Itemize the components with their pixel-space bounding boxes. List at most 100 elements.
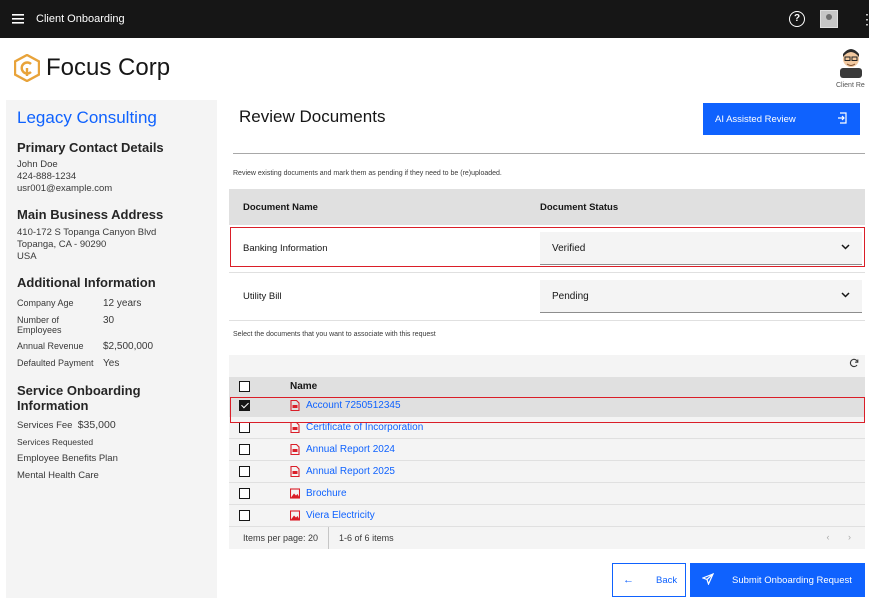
file-checkbox[interactable] <box>239 444 250 455</box>
items-per-page[interactable]: Items per page: 20 <box>229 527 330 549</box>
file-row[interactable]: Brochure <box>229 483 865 505</box>
info-value: $2,500,000 <box>103 341 154 352</box>
ai-assisted-review-button[interactable]: AI Assisted Review <box>703 103 860 135</box>
address-line-3: USA <box>17 251 37 262</box>
arrow-left-icon: ← <box>623 574 634 586</box>
hamburger-menu-icon[interactable] <box>0 0 36 38</box>
focus-corp-logo-icon <box>14 54 40 82</box>
item-range: 1-6 of 6 items <box>339 533 394 543</box>
ai-button-label: AI Assisted Review <box>715 113 796 125</box>
file-row[interactable]: Certificate of Incorporation <box>229 417 865 439</box>
select-all-checkbox[interactable] <box>239 380 250 392</box>
files-table: Name Account 7250512345 Certificate of In… <box>229 355 865 549</box>
document-status-dropdown[interactable]: Verified <box>540 232 862 265</box>
pagination: Items per page: 20 1-6 of 6 items ‹ › <box>229 527 865 549</box>
info-label: Company Age <box>17 298 74 308</box>
additional-info-heading: Additional Information <box>17 275 156 290</box>
file-name-link[interactable]: Certificate of Incorporation <box>306 422 423 433</box>
column-name: Name <box>290 380 318 392</box>
file-checkbox[interactable] <box>239 400 250 411</box>
info-row: Annual Revenue $2,500,000 <box>17 341 206 352</box>
chevron-down-icon <box>841 242 850 253</box>
file-name-link[interactable]: Annual Report 2024 <box>306 444 395 455</box>
avatar-label: Client Re <box>836 82 865 89</box>
file-row[interactable]: Account 7250512345 <box>229 395 865 417</box>
brand-name: Focus Corp <box>46 54 171 81</box>
address-line-2: Topanga, CA - 90290 <box>17 239 107 250</box>
files-table-toolbar <box>229 355 865 377</box>
client-info-sidebar: Legacy Consulting Primary Contact Detail… <box>6 100 217 598</box>
services-fee: Services Fee $35,000 <box>17 419 206 431</box>
company-name[interactable]: Legacy Consulting <box>17 108 206 128</box>
services-requested-label: Services Requested <box>17 437 94 447</box>
chevron-down-icon <box>841 290 850 301</box>
column-document-name: Document Name <box>243 201 318 213</box>
file-name-link[interactable]: Brochure <box>306 488 347 499</box>
services-fee-value: $35,000 <box>77 419 116 431</box>
info-label: Number of Employees <box>17 315 62 335</box>
files-table-header: Name <box>229 377 865 395</box>
file-checkbox[interactable] <box>239 422 250 433</box>
address-heading: Main Business Address <box>17 207 164 222</box>
address-line-1: 410-172 S Topanga Canyon Blvd <box>17 227 157 238</box>
file-row[interactable]: Viera Electricity <box>229 505 865 527</box>
app-title: Client Onboarding <box>36 13 125 25</box>
info-value: 12 years <box>103 298 142 309</box>
info-value: Yes <box>103 358 120 369</box>
contact-name: John Doe <box>17 159 58 170</box>
primary-contact-heading: Primary Contact Details <box>17 140 164 155</box>
contact-email: usr001@example.com <box>17 183 113 194</box>
document-row: Utility Bill Pending <box>229 273 865 321</box>
info-row: Defaulted Payment Yes <box>17 358 206 369</box>
refresh-icon[interactable] <box>849 358 859 371</box>
file-name-link[interactable]: Account 7250512345 <box>306 400 401 411</box>
submit-button-label: Submit Onboarding Request <box>732 574 852 586</box>
user-profile-icon[interactable] <box>820 10 838 28</box>
submit-onboarding-button[interactable]: Submit Onboarding Request <box>690 563 865 597</box>
send-icon <box>701 572 715 588</box>
pdf-file-icon <box>290 443 300 456</box>
file-rows: Account 7250512345 Certificate of Incorpo… <box>229 395 865 527</box>
client-avatar-icon[interactable] <box>838 46 864 78</box>
page-title: Review Documents <box>239 107 386 126</box>
brand-bar: Focus Corp Client Re <box>0 38 869 100</box>
document-status-dropdown[interactable]: Pending <box>540 280 862 313</box>
info-value: 30 <box>103 315 115 326</box>
service-item: Mental Health Care <box>17 470 99 481</box>
select-instructions: Select the documents that you want to as… <box>233 331 436 338</box>
top-header-bar: Client Onboarding ? ⋮ <box>0 0 869 38</box>
info-row: Number of Employees 30 <box>17 315 206 335</box>
image-file-icon <box>289 488 301 499</box>
help-icon[interactable]: ? <box>789 11 805 27</box>
contact-phone: 424-888-1234 <box>17 171 77 182</box>
file-name-link[interactable]: Viera Electricity <box>306 510 375 521</box>
review-instructions: Review existing documents and mark them … <box>233 170 502 177</box>
pdf-file-icon <box>290 465 300 478</box>
back-button-label: Back <box>656 574 678 586</box>
documents-table: Document Name Document Status Banking In… <box>229 189 865 321</box>
file-row[interactable]: Annual Report 2025 <box>229 461 865 483</box>
services-fee-label: Services Fee <box>17 420 73 431</box>
divider <box>233 153 865 154</box>
file-checkbox[interactable] <box>239 488 250 499</box>
page-arrows[interactable]: ‹ › <box>827 532 860 542</box>
file-row[interactable]: Annual Report 2024 <box>229 439 865 461</box>
service-info-heading: Service Onboarding Information <box>17 383 141 413</box>
back-button[interactable]: ← Back <box>612 563 686 597</box>
document-name: Banking Information <box>243 243 328 254</box>
info-label: Defaulted Payment <box>17 358 94 368</box>
launch-icon <box>837 112 848 127</box>
info-row: Company Age 12 years <box>17 298 206 309</box>
overflow-menu-icon[interactable]: ⋮ <box>860 10 869 28</box>
document-row: Banking Information Verified <box>229 225 865 273</box>
status-value: Verified <box>552 242 586 254</box>
file-checkbox[interactable] <box>239 510 250 521</box>
document-name: Utility Bill <box>243 291 282 302</box>
column-document-status: Document Status <box>540 201 619 213</box>
file-checkbox[interactable] <box>239 466 250 477</box>
info-label: Annual Revenue <box>17 341 84 351</box>
documents-table-header: Document Name Document Status <box>229 189 865 225</box>
file-name-link[interactable]: Annual Report 2025 <box>306 466 395 477</box>
service-item: Employee Benefits Plan <box>17 453 118 464</box>
review-documents-panel: Review Documents AI Assisted Review Revi… <box>229 100 869 598</box>
